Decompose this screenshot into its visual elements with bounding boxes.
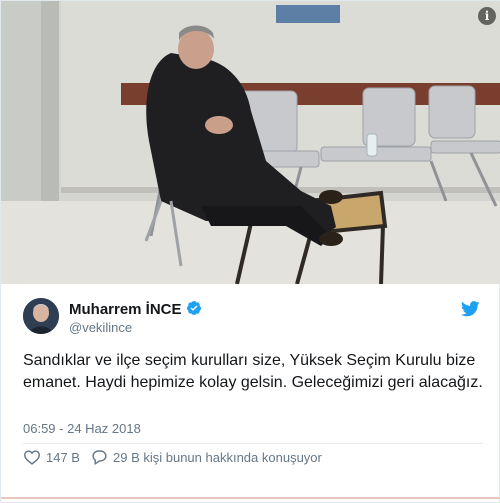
timestamp[interactable]: 06:59 - 24 Haz 2018 xyxy=(23,421,141,436)
tweet-card: i Muharrem İNCE @vekilince Sandıklar ve … xyxy=(0,0,500,503)
like-count: 147 B xyxy=(46,449,80,465)
comment-icon xyxy=(91,449,108,465)
display-name[interactable]: Muharrem İNCE xyxy=(69,300,202,320)
bottom-border xyxy=(1,497,500,499)
like-button[interactable]: 147 B xyxy=(23,449,80,465)
twitter-bird-icon[interactable] xyxy=(460,301,480,317)
heart-icon xyxy=(23,449,41,465)
handle[interactable]: @vekilince xyxy=(69,320,132,335)
display-name-text[interactable]: Muharrem İNCE xyxy=(69,301,182,318)
verified-icon xyxy=(186,300,202,320)
avatar[interactable] xyxy=(23,298,59,334)
tweet-photo[interactable]: i xyxy=(1,1,500,284)
info-icon[interactable]: i xyxy=(478,7,496,25)
photo-scene xyxy=(1,1,500,284)
divider xyxy=(23,443,483,444)
replies-text: 29 B kişi bunun hakkında konuşuyor xyxy=(113,449,322,465)
tweet-text: Sandıklar ve ilçe seçim kurulları size, … xyxy=(23,352,483,391)
reply-button[interactable]: 29 B kişi bunun hakkında konuşuyor xyxy=(91,449,322,465)
